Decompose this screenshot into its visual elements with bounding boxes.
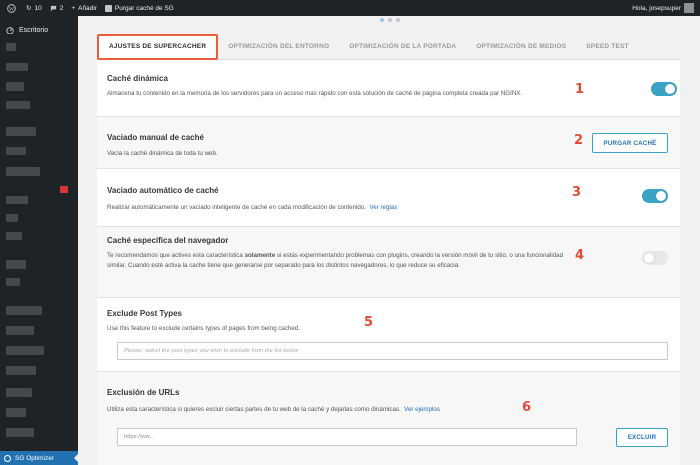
comments-button[interactable]: 2	[46, 0, 68, 16]
updates-count: 10	[34, 4, 42, 12]
tab-speed-test[interactable]: SPEED TEST	[576, 34, 638, 60]
url-exclusion-input[interactable]: https://ww...	[117, 428, 577, 446]
blurred-menu-item[interactable]	[6, 278, 20, 286]
blurred-menu-item[interactable]	[6, 101, 30, 109]
section-description: Use this feature to exclude certains typ…	[107, 325, 300, 332]
admin-bar: W ↻ 10 2 + Añadir Purgar caché de SG Hol…	[0, 0, 700, 16]
dashboard-icon	[6, 27, 14, 34]
dynamic-cache-section: Caché dinámica Almacena tu contenido en …	[97, 60, 680, 117]
toggle-knob	[644, 253, 654, 263]
browser-cache-section: Caché específica del navegador Te recome…	[97, 227, 680, 298]
annotation-number: 4	[575, 248, 585, 263]
dynamic-cache-toggle[interactable]	[651, 82, 677, 96]
section-description: Almacena tu contenido en la memoria de l…	[107, 90, 523, 97]
notification-badge	[60, 186, 68, 193]
tab-ajustes-supercacher[interactable]: AJUSTES DE SUPERCACHER	[97, 33, 219, 60]
section-title: Exclude Post Types	[107, 309, 182, 318]
wordpress-logo-button[interactable]: W	[0, 0, 22, 16]
blurred-menu-item[interactable]	[6, 82, 24, 91]
annotation-number: 6	[522, 400, 532, 415]
blurred-menu-item[interactable]	[6, 306, 42, 315]
post-types-select[interactable]: Please, select the post types you wish t…	[117, 342, 668, 360]
annotation-number: 3	[572, 185, 582, 200]
view-examples-link[interactable]: Ver ejemplos	[404, 406, 440, 413]
blurred-menu-item[interactable]	[6, 147, 26, 155]
add-new-button[interactable]: + Añadir	[67, 0, 101, 16]
sidebar-item-escritorio[interactable]: Escritorio	[0, 20, 78, 40]
description-text: Utiliza esta característica si quieres e…	[107, 406, 401, 413]
updates-icon: ↻	[26, 5, 32, 12]
sg-icon	[104, 4, 112, 12]
section-description: Vacía la caché dinámica de toda tu web.	[107, 150, 218, 157]
section-title: Caché dinámica	[107, 74, 168, 83]
description-emphasis: solamente	[244, 252, 276, 259]
description-text: Realizar automáticamente un vaciado inte…	[107, 204, 367, 211]
blurred-menu-item[interactable]	[6, 428, 34, 437]
auto-purge-section: Vaciado automático de caché Realizar aut…	[97, 169, 680, 227]
blurred-menu-item[interactable]	[6, 408, 26, 417]
comments-count: 2	[59, 4, 64, 12]
browser-cache-toggle[interactable]	[642, 251, 668, 265]
view-rules-link[interactable]: Ver reglas	[369, 204, 397, 211]
tab-optimizacion-portada[interactable]: OPTIMIZACIÓN DE LA PORTADA	[339, 34, 466, 60]
pager-dot[interactable]	[396, 18, 400, 22]
blurred-menu-item[interactable]	[6, 326, 34, 335]
tab-optimizacion-medios[interactable]: OPTIMIZACIÓN DE MEDIOS	[466, 34, 576, 60]
sidebar-item-label: SG Optimizer	[15, 454, 55, 462]
blurred-menu-item[interactable]	[6, 260, 26, 269]
blurred-menu-item[interactable]	[6, 127, 36, 136]
comment-icon	[50, 5, 56, 11]
purge-sg-cache-label: Purgar caché de SG	[114, 4, 174, 12]
url-exclusion-section: Exclusión de URLs Utiliza esta caracterí…	[97, 372, 680, 465]
tab-optimizacion-entorno[interactable]: OPTIMIZACIÓN DEL ENTORNO	[218, 34, 339, 60]
toggle-knob	[665, 84, 675, 94]
blurred-menu-item[interactable]	[6, 214, 18, 222]
blurred-menu-item[interactable]	[6, 167, 40, 176]
blurred-menu-item[interactable]	[6, 63, 28, 71]
annotation-number: 1	[575, 82, 585, 97]
manual-purge-section: Vaciado manual de caché Vacía la caché d…	[97, 117, 680, 169]
section-description: Te recomendamos que actives esta caracte…	[107, 251, 577, 270]
pager-dots	[380, 18, 400, 22]
sg-optimizer-icon	[4, 454, 11, 462]
blurred-menu-item[interactable]	[6, 346, 44, 355]
auto-purge-toggle[interactable]	[642, 189, 668, 203]
blurred-menu-item[interactable]	[6, 366, 36, 375]
supercacher-settings-panel: Caché dinámica Almacena tu contenido en …	[97, 60, 680, 465]
settings-tabs: AJUSTES DE SUPERCACHER OPTIMIZACIÓN DEL …	[97, 33, 680, 60]
account-menu[interactable]: Hola, josepsuper	[628, 0, 700, 16]
section-title: Vaciado automático de caché	[107, 186, 219, 195]
plus-icon: +	[71, 4, 76, 12]
exclude-url-button[interactable]: EXCLUIR	[616, 428, 668, 447]
pager-dot[interactable]	[380, 18, 384, 22]
section-description: Realizar automáticamente un vaciado inte…	[107, 203, 547, 213]
wordpress-icon: W	[6, 3, 16, 13]
add-new-label: Añadir	[78, 4, 97, 12]
annotation-number: 2	[574, 133, 584, 148]
exclude-post-types-section: Exclude Post Types Use this feature to e…	[97, 298, 680, 372]
updates-button[interactable]: ↻ 10	[22, 0, 46, 16]
sidebar-item-sg-optimizer[interactable]: SG Optimizer	[0, 451, 78, 465]
avatar	[684, 3, 694, 13]
purge-sg-cache-button[interactable]: Purgar caché de SG	[101, 0, 178, 16]
blurred-menu-item[interactable]	[6, 43, 16, 51]
section-description: Utiliza esta característica si quieres e…	[107, 405, 537, 415]
section-title: Vaciado manual de caché	[107, 133, 204, 142]
section-title: Caché específica del navegador	[107, 236, 229, 245]
annotation-number: 5	[364, 315, 374, 330]
current-menu-arrow	[74, 454, 78, 462]
sidebar-item-label: Escritorio	[19, 26, 49, 34]
blurred-menu-item[interactable]	[6, 388, 32, 397]
purge-cache-button[interactable]: PURGAR CACHÉ	[592, 133, 668, 153]
description-text: Te recomendamos que actives esta caracte…	[107, 252, 245, 259]
blurred-menu-item[interactable]	[6, 232, 22, 240]
toggle-knob	[656, 191, 666, 201]
blurred-menu-item[interactable]	[6, 196, 28, 204]
greeting-text: Hola, josepsuper	[632, 4, 681, 12]
pager-dot[interactable]	[388, 18, 392, 22]
admin-sidebar: Escritorio SG Optimizer	[0, 16, 78, 465]
section-title: Exclusión de URLs	[107, 388, 180, 397]
